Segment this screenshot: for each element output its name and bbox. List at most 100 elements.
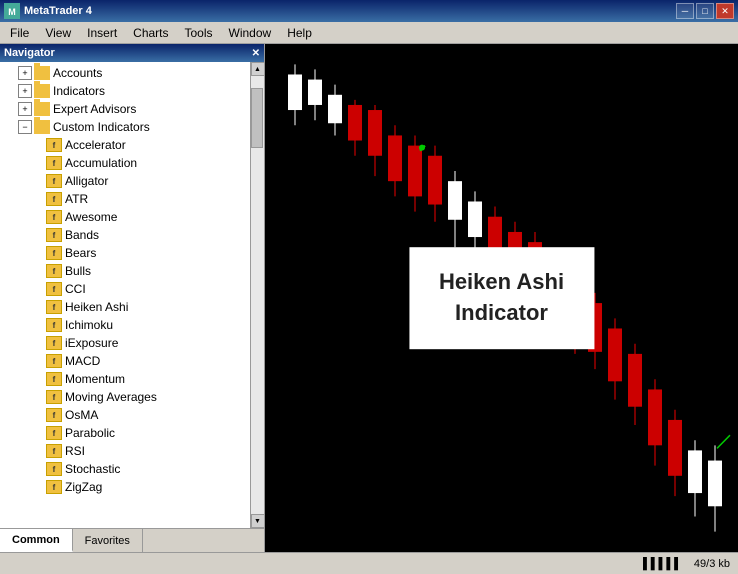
item-atr: ATR: [65, 192, 88, 206]
list-item[interactable]: f RSI: [0, 442, 250, 460]
tree-indicators[interactable]: + Indicators: [0, 82, 250, 100]
list-item[interactable]: f Alligator: [0, 172, 250, 190]
menu-file[interactable]: File: [2, 24, 37, 42]
indicator-icon-rsi: f: [46, 444, 62, 458]
list-item[interactable]: f Accelerator: [0, 136, 250, 154]
folder-icon-indicators: [34, 84, 50, 98]
title-bar-left: M MetaTrader 4: [4, 3, 92, 19]
navigator-close[interactable]: ✕: [252, 48, 260, 59]
status-bar: ▌▌▌▌▌ 49/3 kb: [0, 552, 738, 574]
menu-view[interactable]: View: [37, 24, 79, 42]
list-item[interactable]: f Moving Averages: [0, 388, 250, 406]
indicator-icon-bulls: f: [46, 264, 62, 278]
chart-label-line1: Heiken Ashi: [439, 269, 564, 294]
chart-annotation: Heiken Ashi Indicator: [409, 247, 594, 349]
menu-insert[interactable]: Insert: [79, 24, 125, 42]
list-item[interactable]: f MACD: [0, 352, 250, 370]
item-heiken: Heiken Ashi: [65, 300, 128, 314]
item-ma: Moving Averages: [65, 390, 157, 404]
indicator-icon-bears: f: [46, 246, 62, 260]
app-icon: M: [4, 3, 20, 19]
item-awesome: Awesome: [65, 210, 117, 224]
item-osma: OsMA: [65, 408, 98, 422]
window-title: MetaTrader 4: [24, 5, 92, 17]
menu-tools[interactable]: Tools: [177, 24, 221, 42]
item-alligator: Alligator: [65, 174, 108, 188]
item-iexposure: iExposure: [65, 336, 118, 350]
indicator-icon-bands: f: [46, 228, 62, 242]
maximize-button[interactable]: □: [696, 3, 714, 19]
menu-bar: File View Insert Charts Tools Window Hel…: [0, 22, 738, 44]
memory-status: 49/3 kb: [694, 558, 730, 570]
indicator-icon-stochastic: f: [46, 462, 62, 476]
indicator-icon-ichimoku: f: [46, 318, 62, 332]
expand-indicators[interactable]: +: [18, 84, 32, 98]
window-controls: ─ □ ✕: [676, 3, 734, 19]
chart-label-line2: Indicator: [455, 300, 548, 325]
navigator-title: Navigator: [4, 47, 55, 59]
list-item[interactable]: f Ichimoku: [0, 316, 250, 334]
accounts-label: Accounts: [53, 66, 102, 80]
navigator-tabs: Common Favorites: [0, 528, 264, 552]
indicator-icon-accelerator: f: [46, 138, 62, 152]
list-item[interactable]: f ATR: [0, 190, 250, 208]
tree-expert-advisors[interactable]: + Expert Advisors: [0, 100, 250, 118]
tree-area[interactable]: + Accounts + Indicators + Expert: [0, 62, 250, 528]
indicator-icon-ma: f: [46, 390, 62, 404]
chart-area[interactable]: Heiken Ashi Indicator: [265, 44, 738, 552]
indicator-icon-heiken: f: [46, 300, 62, 314]
scroll-down-button[interactable]: ▼: [251, 514, 265, 528]
list-item[interactable]: f Heiken Ashi: [0, 298, 250, 316]
item-parabolic: Parabolic: [65, 426, 115, 440]
tab-favorites-label: Favorites: [85, 535, 130, 547]
minimize-button[interactable]: ─: [676, 3, 694, 19]
expand-custom[interactable]: −: [18, 120, 32, 134]
list-item[interactable]: f CCI: [0, 280, 250, 298]
chart-type-indicator: ▌▌▌▌▌: [643, 558, 682, 570]
menu-window[interactable]: Window: [221, 24, 280, 42]
list-item[interactable]: f Accumulation: [0, 154, 250, 172]
list-item[interactable]: f OsMA: [0, 406, 250, 424]
expand-expert-advisors[interactable]: +: [18, 102, 32, 116]
indicator-icon-macd: f: [46, 354, 62, 368]
list-item[interactable]: f ZigZag: [0, 478, 250, 496]
list-item[interactable]: f Momentum: [0, 370, 250, 388]
expand-accounts[interactable]: +: [18, 66, 32, 80]
indicator-icon-atr: f: [46, 192, 62, 206]
item-accelerator: Accelerator: [65, 138, 126, 152]
item-bears: Bears: [65, 246, 96, 260]
tab-common-label: Common: [12, 534, 60, 546]
navigator-panel: Navigator ✕ + Accounts + Indicators: [0, 44, 265, 552]
list-item[interactable]: f Parabolic: [0, 424, 250, 442]
list-item[interactable]: f Stochastic: [0, 460, 250, 478]
item-bands: Bands: [65, 228, 99, 242]
scroll-thumb[interactable]: [251, 88, 263, 148]
memory-label: 49/3 kb: [694, 558, 730, 570]
custom-indicators-label: Custom Indicators: [53, 120, 150, 134]
item-stochastic: Stochastic: [65, 462, 120, 476]
tab-common[interactable]: Common: [0, 529, 73, 552]
tree-custom-indicators[interactable]: − Custom Indicators: [0, 118, 250, 136]
indicator-icon-awesome: f: [46, 210, 62, 224]
list-item[interactable]: f Bands: [0, 226, 250, 244]
scroll-up-button[interactable]: ▲: [251, 62, 265, 76]
title-bar: M MetaTrader 4 ─ □ ✕: [0, 0, 738, 22]
list-item[interactable]: f Awesome: [0, 208, 250, 226]
menu-charts[interactable]: Charts: [125, 24, 176, 42]
chart-icon: ▌▌▌▌▌: [643, 558, 682, 570]
expert-advisors-label: Expert Advisors: [53, 102, 136, 116]
menu-help[interactable]: Help: [279, 24, 320, 42]
list-item[interactable]: f iExposure: [0, 334, 250, 352]
navigator-header: Navigator ✕: [0, 44, 264, 62]
list-item[interactable]: f Bears: [0, 244, 250, 262]
item-zigzag: ZigZag: [65, 480, 102, 494]
indicator-icon-momentum: f: [46, 372, 62, 386]
list-item[interactable]: f Bulls: [0, 262, 250, 280]
item-macd: MACD: [65, 354, 100, 368]
item-cci: CCI: [65, 282, 86, 296]
tab-favorites[interactable]: Favorites: [73, 529, 143, 552]
item-rsi: RSI: [65, 444, 85, 458]
tree-accounts[interactable]: + Accounts: [0, 64, 250, 82]
close-button[interactable]: ✕: [716, 3, 734, 19]
navigator-scrollbar[interactable]: ▲ ▼: [250, 62, 264, 528]
